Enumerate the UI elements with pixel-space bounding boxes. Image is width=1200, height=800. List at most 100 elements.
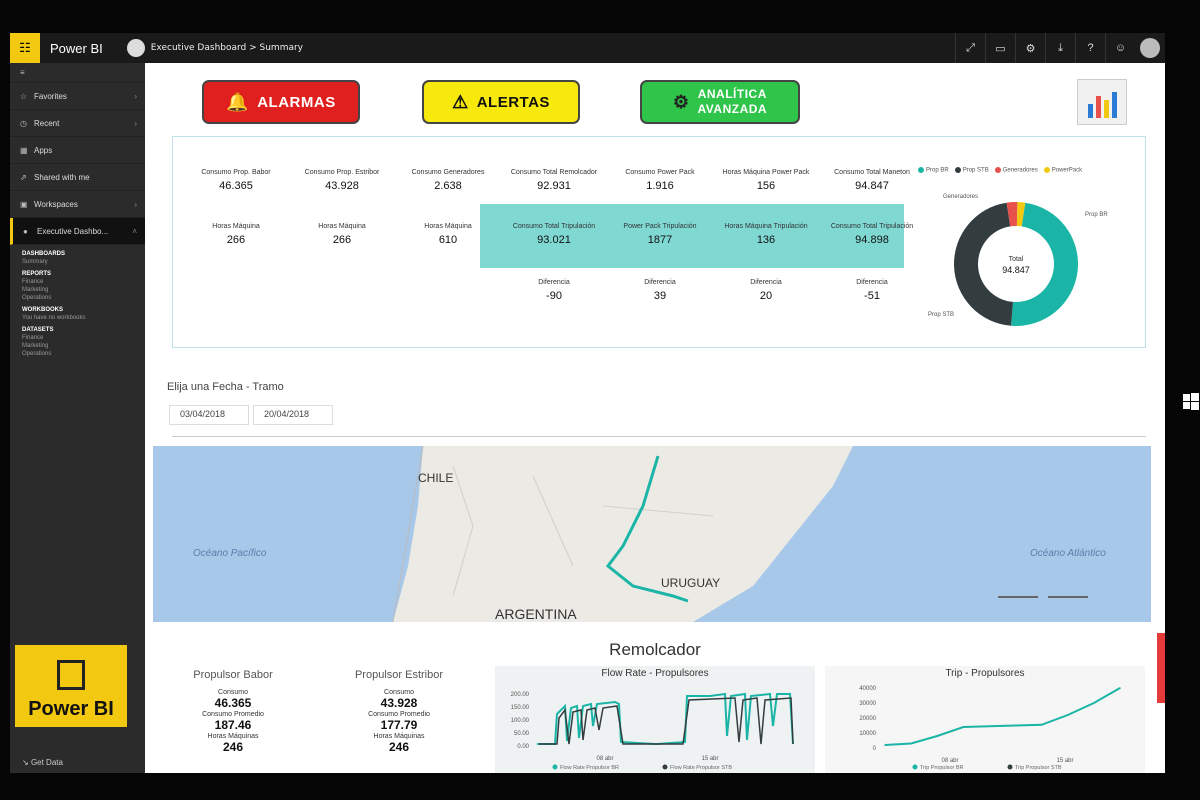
scroll-indicator[interactable] (1157, 633, 1165, 703)
kpi-card: Power Pack Tripulación 1877 (607, 223, 713, 246)
report-canvas: 🔔 ALARMAS ⚠ ALERTAS ⚙ ANALÍTICA AVANZADA Con… (145, 63, 1165, 773)
kpi-value: 2.638 (434, 180, 462, 192)
sidebar-item-executive-dashboard[interactable]: ● Executive Dashbo... ˄ (10, 218, 145, 245)
windows-logo-icon[interactable] (1183, 392, 1199, 410)
y-tick-label: 40000 (859, 686, 876, 692)
sidebar-item-apps[interactable]: ▦ Apps (10, 137, 145, 164)
download-icon[interactable]: ⤓ (1045, 33, 1075, 63)
y-tick-label: 100.00 (511, 718, 530, 724)
section-reports: REPORTS (22, 271, 52, 277)
map-label-uruguay: URUGUAY (661, 576, 720, 590)
kpi-value: 43.928 (325, 180, 359, 192)
kpi-value: 610 (438, 234, 458, 246)
sidebar-link-dataset[interactable]: Finance (10, 333, 145, 341)
consumption-donut-chart[interactable]: Total 94.847 (951, 199, 1081, 329)
apps-icon: ▦ (20, 145, 28, 155)
tablet-frame: ☷ Power BI Executive Dashboard > Summary… (0, 0, 1200, 800)
legend-label: PowerPack (1051, 167, 1083, 174)
series-line-trip-br[interactable] (884, 687, 1121, 746)
feedback-icon[interactable]: ☺ (1105, 33, 1135, 63)
date-to-input[interactable]: 20/04/2018 (253, 405, 333, 425)
date-from-input[interactable]: 03/04/2018 (169, 405, 249, 425)
y-tick-label: 50.00 (514, 731, 530, 737)
kpi-label: Diferencia (750, 279, 782, 286)
app-launcher-icon[interactable]: ☷ (10, 33, 40, 63)
sidebar-item-shared[interactable]: ⇗ Shared with me (10, 164, 145, 191)
legend-item[interactable]: Generadores (994, 167, 1038, 174)
trip-point (1040, 723, 1043, 726)
kpi-label: Diferencia (644, 279, 676, 286)
kpi-card: Consumo Power Pack 1.916 (607, 169, 713, 192)
flow-rate-chart[interactable]: Flow Rate - Propulsores 0.00 50.00 100.00 1… (495, 666, 815, 773)
kpi-label: Horas Máquina (212, 223, 260, 230)
bell-icon: 🔔 (226, 91, 250, 112)
date-slider[interactable] (172, 435, 1146, 437)
gear-icon[interactable]: ⚙ (1015, 33, 1045, 63)
sidebar-link-report[interactable]: Finance (10, 277, 145, 285)
legend-dot (918, 167, 924, 173)
kpi-label: Consumo Power Pack (625, 169, 695, 176)
kpi-value: 136 (756, 234, 776, 246)
sidebar-link-dataset[interactable]: Marketing (10, 341, 145, 349)
breadcrumb[interactable]: Executive Dashboard > Summary (151, 43, 303, 53)
chart-title: Flow Rate - Propulsores (601, 668, 709, 679)
sidebar-link-report[interactable]: Marketing (10, 285, 145, 293)
kpi-label: Horas Máquina (318, 223, 366, 230)
help-icon[interactable]: ? (1075, 33, 1105, 63)
x-tick-label: 08 abr (941, 758, 958, 764)
map-label-pacific: Océano Pacífico (193, 548, 267, 559)
kpi-label: Horas Máquina Tripulación (724, 223, 808, 230)
advanced-analytics-button[interactable]: ⚙ ANALÍTICA AVANZADA (640, 80, 800, 124)
donut-center-label: Total (1009, 256, 1024, 263)
sidebar-link-report[interactable]: Operations (10, 293, 145, 301)
sidebar-link-dataset[interactable]: Operations (10, 349, 145, 357)
share-icon: ⇗ (20, 172, 27, 182)
kpi-value: 156 (756, 180, 776, 192)
map-label-chile: CHILE (418, 471, 453, 485)
date-filter-label: Elija una Fecha - Tramo (167, 381, 284, 393)
map-label-argentina: ARGENTINA (495, 606, 577, 622)
hamburger-menu-icon[interactable]: ≡ (10, 63, 145, 83)
trip-point (962, 726, 965, 728)
expand-icon[interactable]: ⤢ (955, 33, 985, 63)
warning-icon: ⚠ (452, 91, 469, 112)
kpi-value: 1877 (647, 234, 673, 246)
alarm-button[interactable]: 🔔 ALARMAS (202, 80, 360, 124)
kpi-card: Diferencia 39 (607, 279, 713, 302)
sidebar-item-recent[interactable]: ◷ Recent › (10, 110, 145, 137)
legend-item[interactable]: PowerPack (1043, 167, 1083, 174)
legend-label: Flow Rate Propulsor STB (670, 765, 732, 771)
kpi-value: 92.931 (537, 180, 571, 192)
alert-button[interactable]: ⚠ ALERTAS (422, 80, 580, 124)
kpi-label: Diferencia (538, 279, 570, 286)
kpi-card: Diferencia 20 (713, 279, 819, 302)
report-icon[interactable] (1077, 79, 1127, 125)
kpi-value: 20 (759, 290, 773, 302)
get-data-link[interactable]: ↘ Get Data (22, 758, 63, 767)
star-icon: ☆ (20, 91, 28, 101)
kpi-card: Consumo Prop. Babor 46.365 (183, 169, 289, 192)
sidebar-item-workspaces[interactable]: ▣ Workspaces › (10, 191, 145, 218)
kpi-panel: Consumo Prop. Babor 46.365 Consumo Prop. E… (172, 136, 1146, 348)
sidebar-item-favorites[interactable]: ☆ Favorites › (10, 83, 145, 110)
legend-item[interactable]: Prop STB (954, 167, 989, 174)
y-tick-label: 10000 (859, 731, 876, 737)
legend-item[interactable]: Prop BR (918, 167, 949, 174)
series-line-flow-br[interactable] (537, 692, 794, 745)
legend-dot (552, 764, 558, 770)
route-map[interactable]: CHILE ARGENTINA URUGUAY Océano Pacífico … (153, 446, 1151, 622)
avatar[interactable] (1140, 38, 1160, 58)
kpi-value: 94.847 (855, 180, 889, 192)
toolbar: ⤢ ▭ ⚙ ⤓ ? ☺ (955, 33, 1165, 63)
kpi-value: -90 (546, 290, 562, 302)
map-svg: CHILE ARGENTINA URUGUAY Océano Pacífico … (193, 446, 1106, 622)
kpi-card: Diferencia -90 (501, 279, 607, 302)
kpi-label: Consumo Total Remolcador (510, 169, 598, 176)
section-datasets: DATASETS (22, 327, 54, 333)
sidebar-link-summary[interactable]: Summary (10, 257, 145, 265)
chevron-right-icon: › (134, 91, 137, 101)
comment-icon[interactable]: ▭ (985, 33, 1015, 63)
trip-chart[interactable]: Trip - Propulsores 0 10000 20000 30000 40000… (825, 666, 1145, 773)
kpi-card: Consumo Total Tripulación 93.021 (501, 223, 607, 246)
propulsor-babor-card: Propulsor Babor Consumo 46.365 Consumo P… (193, 669, 273, 754)
